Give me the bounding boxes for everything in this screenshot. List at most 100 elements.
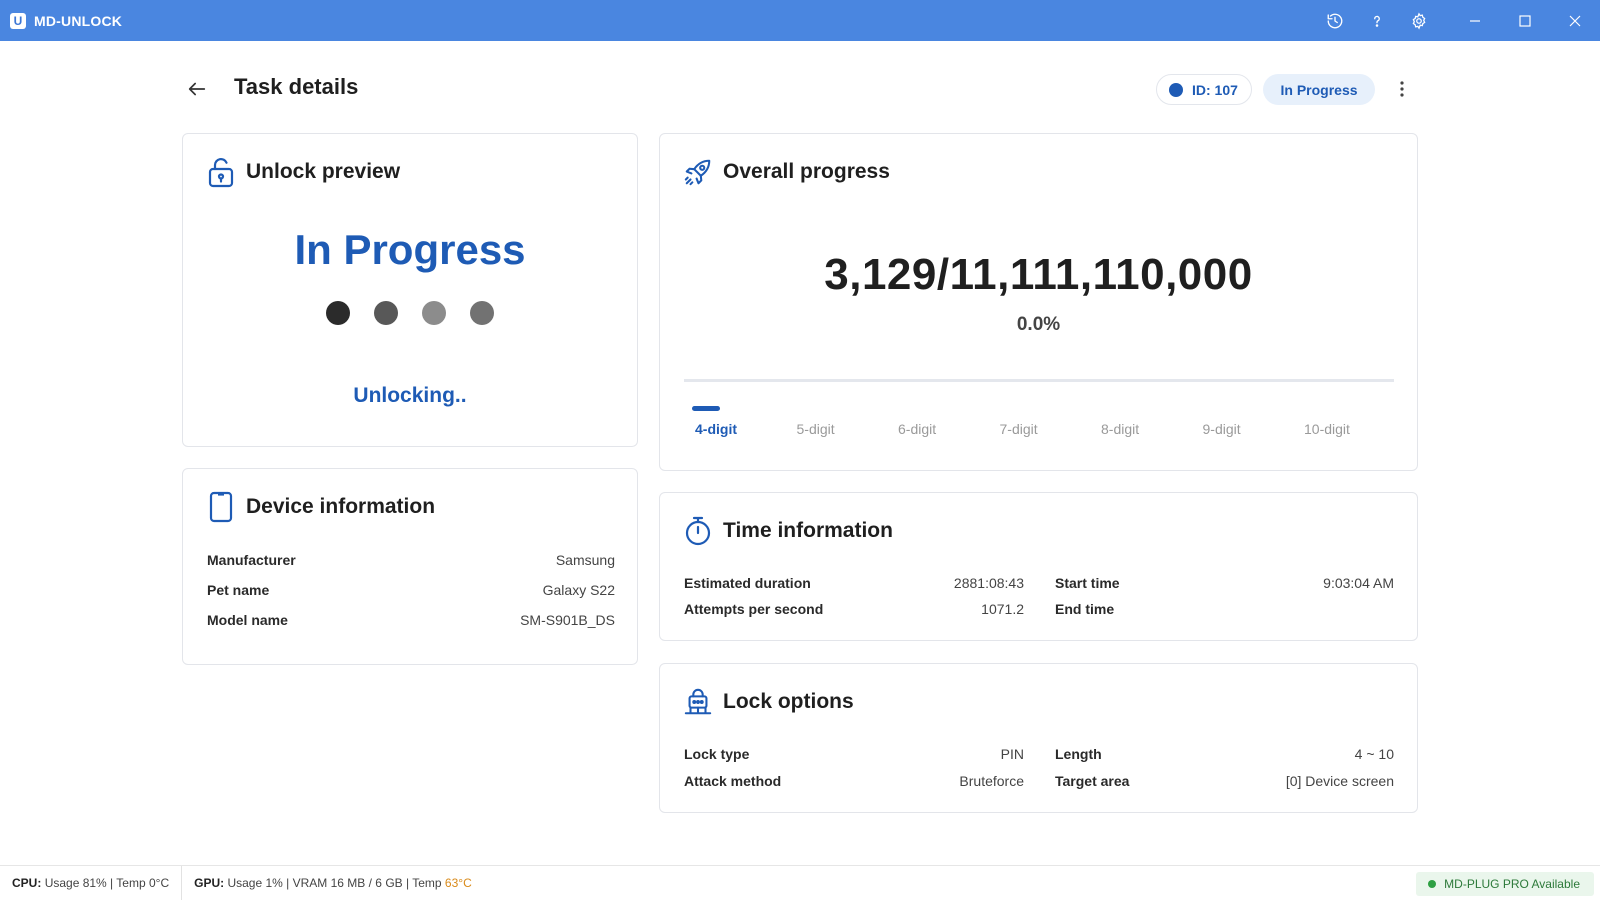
app-title: MD-UNLOCK [34, 12, 123, 29]
pin-dot [374, 301, 398, 325]
device-row-pet-name: Pet name Galaxy S22 [207, 582, 615, 598]
close-icon [1569, 15, 1581, 26]
progress-count: 3,129/11,111,110,000 [824, 250, 1253, 299]
info-value: [0] Device screen [1285, 773, 1394, 789]
info-key: Estimated duration [684, 575, 811, 591]
digit-tab-4-digit[interactable]: 4-digit [684, 406, 786, 437]
device-information-title: Device information [246, 495, 436, 518]
gear-icon [1412, 12, 1426, 29]
pin-dot [470, 301, 494, 325]
stopwatch-icon [685, 516, 711, 546]
back-arrow-icon[interactable] [186, 78, 208, 100]
help-icon [1374, 15, 1380, 27]
tab-indicator [1098, 406, 1126, 411]
time-row-end-time: End time [1055, 601, 1394, 617]
digit-tab-7-digit[interactable]: 7-digit [989, 406, 1091, 437]
info-key: Pet name [207, 582, 270, 598]
status-bar: CPU: Usage 81% | Temp 0°C GPU: Usage 1% … [0, 865, 1600, 900]
digit-tab-8-digit[interactable]: 8-digit [1090, 406, 1192, 437]
gpu-text: Usage 1% | VRAM 16 MB / 6 GB | Temp [227, 876, 442, 890]
info-value: Galaxy S22 [542, 582, 615, 598]
close-button[interactable] [1550, 0, 1600, 41]
digit-tab-9-digit[interactable]: 9-digit [1192, 406, 1294, 437]
info-key: Manufacturer [207, 552, 296, 568]
app-logo-icon: U [10, 12, 26, 29]
info-key: Start time [1055, 575, 1120, 591]
info-value: Bruteforce [959, 773, 1024, 789]
progress-bar [684, 379, 1394, 382]
info-key: Lock type [684, 746, 750, 762]
unlock-icon [208, 158, 234, 188]
rocket-icon [684, 159, 711, 186]
overall-progress-title: Overall progress [723, 160, 890, 183]
tab-indicator [1301, 406, 1329, 411]
info-key: Attack method [684, 773, 782, 789]
title-bar: U MD-UNLOCK [0, 0, 1600, 41]
cpu-text: Usage 81% | Temp 0°C [44, 876, 170, 890]
time-row-start-time: Start time 9:03:04 AM [1055, 575, 1394, 591]
info-value: 1071.2 [981, 601, 1024, 617]
info-key: Length [1055, 746, 1102, 762]
unlock-preview-title: Unlock preview [246, 160, 401, 183]
tab-label: 4-digit [695, 421, 737, 437]
info-value: PIN [1000, 746, 1024, 762]
phone-icon [209, 491, 233, 523]
cpu-label: CPU: [12, 876, 42, 890]
time-row-attempts-per-second: Attempts per second 1071.2 [684, 601, 1024, 617]
status-dot-icon [1169, 82, 1183, 97]
overall-progress-card: Overall progress 3,129/11,111,110,000 0.… [659, 133, 1418, 471]
pro-available-badge[interactable]: MD-PLUG PRO Available [1416, 872, 1594, 896]
digit-tabs: 4-digit 5-digit 6-digit 7-digit 8-digit 9-dig… [684, 406, 1395, 437]
lock-row-attack-method: Attack method Bruteforce [684, 773, 1024, 789]
time-row-estimated-duration: Estimated duration 2881:08:43 [684, 575, 1024, 591]
device-information-card: Device information Manufacturer Samsung … [182, 468, 638, 665]
maximize-button[interactable] [1500, 0, 1550, 41]
lock-options-title: Lock options [723, 690, 854, 713]
minimize-icon [1470, 19, 1480, 22]
lock-options-card: Lock options Lock type PIN Attack method… [659, 663, 1418, 813]
info-value: SM-S901B_DS [520, 612, 615, 628]
tab-label: 9-digit [1202, 421, 1241, 437]
status-badge: In Progress [1263, 74, 1375, 105]
unlock-status-text: In Progress [294, 226, 526, 273]
settings-button[interactable] [1398, 0, 1440, 41]
task-id-text: ID: 107 [1192, 81, 1238, 98]
lock-row-lock-type: Lock type PIN [684, 746, 1024, 762]
info-key: End time [1055, 601, 1115, 617]
gpu-temp: 63°C [444, 876, 472, 890]
minimize-button[interactable] [1450, 0, 1500, 41]
tab-label: 10-digit [1304, 421, 1350, 437]
pin-dot [422, 301, 446, 325]
more-options-icon[interactable] [1392, 78, 1412, 100]
pin-dot [326, 301, 350, 325]
digit-tab-10-digit[interactable]: 10-digit [1293, 406, 1395, 437]
tab-label: 5-digit [796, 421, 835, 437]
cpu-status: CPU: Usage 81% | Temp 0°C [0, 876, 181, 890]
tab-indicator [895, 406, 923, 411]
time-information-title: Time information [723, 519, 893, 542]
maximize-icon [1519, 14, 1531, 27]
tab-indicator [997, 406, 1025, 411]
history-icon [1327, 13, 1343, 28]
help-button[interactable] [1356, 0, 1398, 41]
tab-indicator [1200, 406, 1228, 411]
task-id-badge: ID: 107 [1156, 74, 1252, 105]
lock-network-icon [684, 688, 712, 715]
digit-tab-6-digit[interactable]: 6-digit [887, 406, 989, 437]
digit-tab-5-digit[interactable]: 5-digit [786, 406, 888, 437]
device-row-manufacturer: Manufacturer Samsung [207, 552, 615, 568]
history-button[interactable] [1314, 0, 1356, 41]
lock-row-length: Length 4 ~ 10 [1055, 746, 1394, 762]
progress-percent: 0.0% [1016, 314, 1061, 335]
tab-indicator [794, 406, 822, 411]
tab-label: 8-digit [1101, 421, 1140, 437]
info-key: Model name [207, 612, 288, 628]
info-key: Attempts per second [684, 601, 824, 617]
available-dot-icon [1428, 880, 1437, 888]
pin-dots [183, 301, 637, 325]
gpu-status: GPU: Usage 1% | VRAM 16 MB / 6 GB | Temp… [182, 876, 484, 890]
time-information-card: Time information Estimated duration 2881… [659, 492, 1418, 641]
unlock-preview-card: Unlock preview In Progress Unlocking.. [182, 133, 638, 447]
info-value: 4 ~ 10 [1354, 746, 1394, 762]
unlocking-text: Unlocking.. [353, 384, 467, 407]
